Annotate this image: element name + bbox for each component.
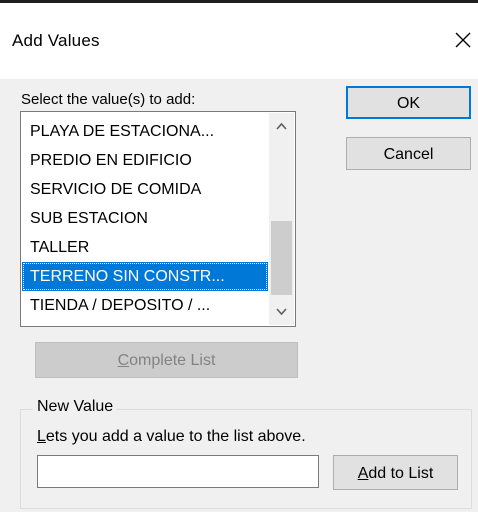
add-to-list-label: dd to List: [368, 465, 434, 482]
new-value-input[interactable]: [37, 455, 319, 488]
new-value-group-label: New Value: [33, 398, 118, 416]
list-item[interactable]: TERRENO SIN CONSTR...: [22, 262, 268, 291]
values-list: PLAYA DE ESTACIONA... PREDIO EN EDIFICIO S…: [22, 117, 268, 320]
close-icon[interactable]: [446, 23, 478, 55]
new-value-description: Lets you add a value to the list above.: [37, 428, 306, 445]
ok-button[interactable]: OK: [346, 86, 471, 119]
list-item[interactable]: TIENDA / DEPOSITO / ...: [22, 291, 268, 320]
list-item[interactable]: PLAYA DE ESTACIONA...: [22, 117, 268, 146]
list-item[interactable]: PREDIO EN EDIFICIO: [22, 146, 268, 175]
add-values-dialog: Add Values Select the value(s) to add: P…: [0, 0, 478, 512]
scroll-down-button[interactable]: [269, 299, 294, 325]
select-values-label: Select the value(s) to add:: [21, 91, 196, 108]
title-bar[interactable]: Add Values: [0, 3, 478, 79]
complete-list-accel: C: [117, 352, 130, 369]
window-title: Add Values: [12, 31, 100, 50]
chevron-up-icon: [276, 122, 287, 130]
complete-list-label: omplete List: [129, 352, 216, 369]
list-item[interactable]: SERVICIO DE COMIDA: [22, 175, 268, 204]
scroll-up-button[interactable]: [269, 113, 294, 139]
cancel-button[interactable]: Cancel: [346, 137, 471, 170]
list-scrollbar[interactable]: [269, 113, 294, 325]
scroll-thumb[interactable]: [271, 221, 292, 295]
list-item[interactable]: SUB ESTACION: [22, 204, 268, 233]
values-listbox[interactable]: PLAYA DE ESTACIONA... PREDIO EN EDIFICIO S…: [20, 111, 296, 327]
chevron-down-icon: [276, 308, 287, 316]
complete-list-button[interactable]: Complete List: [35, 342, 298, 378]
add-to-list-accel: A: [357, 465, 369, 482]
add-to-list-button[interactable]: Add to List: [333, 455, 458, 490]
list-item[interactable]: TALLER: [22, 233, 268, 262]
